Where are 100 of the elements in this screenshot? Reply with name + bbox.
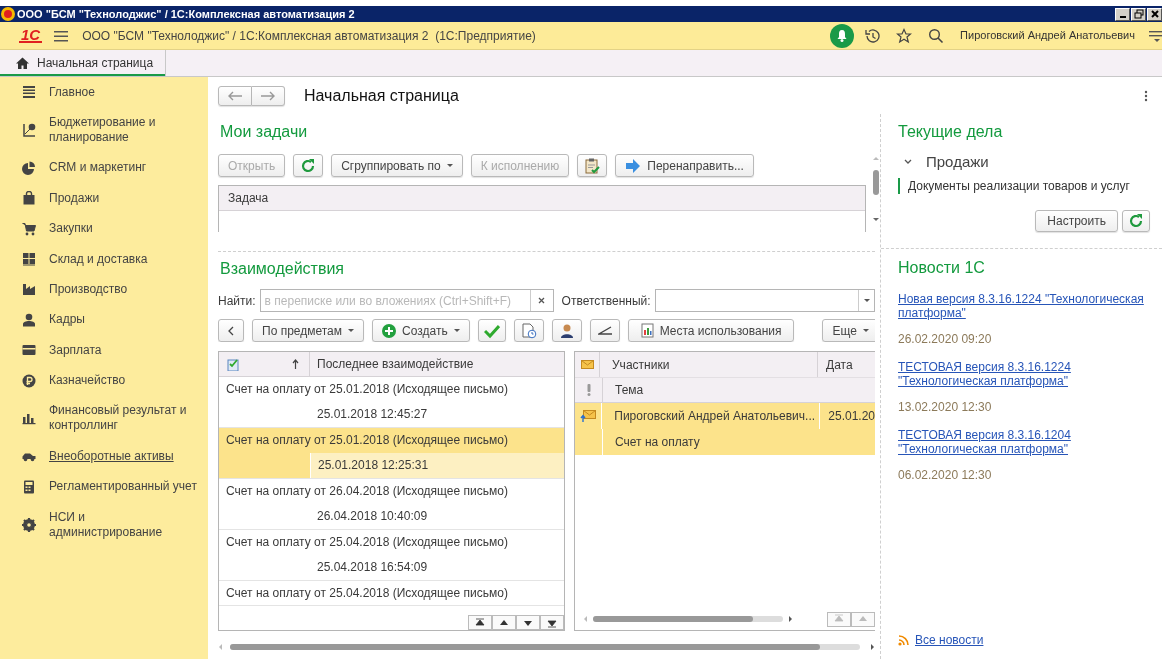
caret-icon [863, 299, 870, 302]
create-button[interactable]: Создать [372, 319, 470, 342]
news-link[interactable]: ТЕСТОВАЯ версия 8.3.16.1204 "Технологическая платформа" [898, 428, 1148, 456]
cart-icon [22, 221, 36, 236]
sidebar-item[interactable]: CRM и маркетинг [9, 152, 208, 184]
last-button[interactable] [540, 615, 564, 630]
arrow-right-icon [260, 90, 276, 101]
clipboard-button[interactable] [577, 154, 608, 177]
user-name: Пироговский Андрей Анатольевич [960, 28, 1135, 44]
angle-button[interactable] [589, 319, 620, 342]
dropdown-button[interactable]: Сгруппировать по [331, 154, 463, 177]
table-cell-text: Счет на оплату от 25.01.2018 (Исходящее письмо) [225, 381, 509, 398]
sidebar-item[interactable]: Закупки [9, 213, 208, 244]
report-icon [640, 323, 654, 338]
next-button[interactable] [516, 615, 540, 630]
history-button[interactable] [864, 27, 881, 44]
sidebar-item[interactable]: Кадры [9, 304, 208, 335]
arrow-left-icon [227, 90, 243, 101]
sidebar-item[interactable]: Финансовый результат и контроллинг [9, 395, 208, 442]
news-date: 06.02.2020 12:30 [898, 467, 993, 484]
kebab-icon [1144, 89, 1148, 102]
favorites-button[interactable] [896, 27, 913, 44]
refresh-button[interactable] [293, 154, 324, 177]
bag-icon [22, 191, 36, 206]
responsible-label: Ответственный: [561, 292, 651, 310]
table-row[interactable]: Пироговский Андрей Анатольевич... 25.01.20 Счет на оплату [575, 403, 875, 455]
dropdown-button[interactable]: Еще [822, 319, 875, 342]
task-item[interactable]: Документы реализации товаров и услуг [898, 178, 1150, 194]
group-toggle[interactable]: Продажи [898, 152, 989, 172]
table-row[interactable]: Счет на оплату от 25.04.2018 (Исходящее письмо) [219, 581, 564, 606]
person-button[interactable] [551, 319, 582, 342]
person-icon [22, 312, 36, 327]
clipboard-icon [584, 157, 601, 174]
close-button[interactable] [1147, 7, 1162, 21]
settings-button[interactable] [1149, 28, 1162, 43]
sidebar-item[interactable]: Казначейство [9, 365, 208, 396]
usage-button[interactable]: Места использования [627, 319, 795, 342]
minimize-icon [1119, 16, 1126, 18]
table-row[interactable]: Счет на оплату от 26.04.2018 (Исходящее письмо) 26.04.2018 10:40:09 [219, 479, 564, 530]
app-title: ООО "БСМ "Технолоджис" / 1С:Комплексная автоматизация 2 (1С:Предприятие) [82, 27, 536, 45]
history-icon [864, 27, 881, 44]
section-title: Текущие дела [898, 122, 1004, 142]
sidebar-item[interactable]: Внеоборотные активы [9, 441, 208, 472]
sidebar-item[interactable]: Склад и доставка [9, 243, 208, 275]
sidebar-item[interactable]: Производство [9, 274, 208, 305]
more-button[interactable] [1144, 89, 1148, 102]
sidebar-item[interactable]: НСИ и администрирование [9, 501, 208, 548]
card-icon [22, 343, 36, 358]
dropdown-button[interactable]: По предметам [252, 319, 365, 342]
sidebar-item[interactable]: Главное [9, 77, 208, 108]
prev-button[interactable] [492, 615, 516, 630]
notifications-button[interactable] [830, 23, 855, 48]
document-clock-icon [520, 322, 537, 339]
search-button[interactable] [928, 27, 945, 44]
table-cell-text: Счет на оплату от 25.04.2018 (Исходящее письмо) [225, 534, 509, 551]
home-icon [16, 57, 29, 69]
news-link[interactable]: Новая версия 8.3.16.1224 "Технологическая платформа" [898, 292, 1148, 320]
logo: 1С [19, 28, 43, 43]
refresh-button[interactable] [1122, 210, 1150, 232]
document-button[interactable] [513, 319, 544, 342]
table-cell-text: Счет на оплату от 25.01.2018 (Исходящее письмо) [225, 432, 509, 449]
rss-icon [898, 634, 909, 646]
star-icon [896, 27, 913, 44]
table-row[interactable]: Счет на оплату от 25.01.2018 (Исходящее письмо) 25.01.2018 12:25:31 [219, 428, 564, 479]
sidebar-item[interactable]: Регламентированный учет [9, 471, 208, 502]
check-button[interactable] [477, 319, 506, 342]
news-link[interactable]: ТЕСТОВАЯ версия 8.3.16.1224 "Технологическая платформа" [898, 360, 1148, 388]
table-cell-text: 26.04.2018 10:40:09 [316, 508, 429, 525]
sidebar-item[interactable]: Продажи [9, 183, 208, 214]
all-news-link[interactable]: Все новости [915, 633, 984, 647]
page-tab[interactable]: Начальная страница [0, 50, 167, 76]
sidebar-item[interactable]: Бюджетирование и планирование [9, 107, 208, 153]
news-date: 13.02.2020 12:30 [898, 399, 993, 416]
search-field[interactable]: в переписке или во вложениях (Ctrl+Shift+F) [259, 289, 554, 312]
window-title: ООО "БСМ "Технолоджис" / 1С:Комплексная автоматизация 2 [17, 7, 355, 22]
column-header: Тема [614, 382, 644, 399]
refresh-icon [1129, 214, 1143, 228]
column-header: Последнее взаимодействие [316, 356, 474, 373]
search-icon [928, 27, 945, 44]
gear-icon [22, 517, 36, 532]
forward-button[interactable]: Перенаправить... [615, 154, 754, 177]
responsible-field[interactable] [654, 289, 875, 312]
caret-icon [453, 329, 460, 332]
close-icon [538, 297, 546, 304]
arrow-right-icon [625, 157, 642, 174]
sidebar-item[interactable]: Зарплата [9, 335, 208, 366]
menu-button[interactable] [54, 29, 69, 42]
section-title: Мои задачи [220, 122, 309, 142]
scrollbar [872, 154, 880, 224]
news-date: 26.02.2020 09:20 [898, 331, 993, 348]
restore-button[interactable] [1131, 7, 1146, 21]
table-cell-text: 25.04.2018 16:54:09 [316, 559, 429, 576]
table-row[interactable]: Счет на оплату от 25.04.2018 (Исходящее письмо) 25.04.2018 16:54:09 [219, 530, 564, 581]
envelope-icon [580, 410, 597, 422]
menu-icon [54, 29, 69, 42]
minimize-button[interactable] [1115, 7, 1130, 21]
chevron-down-icon [904, 158, 912, 166]
settings-button[interactable]: Настроить [1035, 210, 1118, 232]
first-button[interactable] [468, 615, 492, 630]
first-icon [834, 614, 844, 624]
